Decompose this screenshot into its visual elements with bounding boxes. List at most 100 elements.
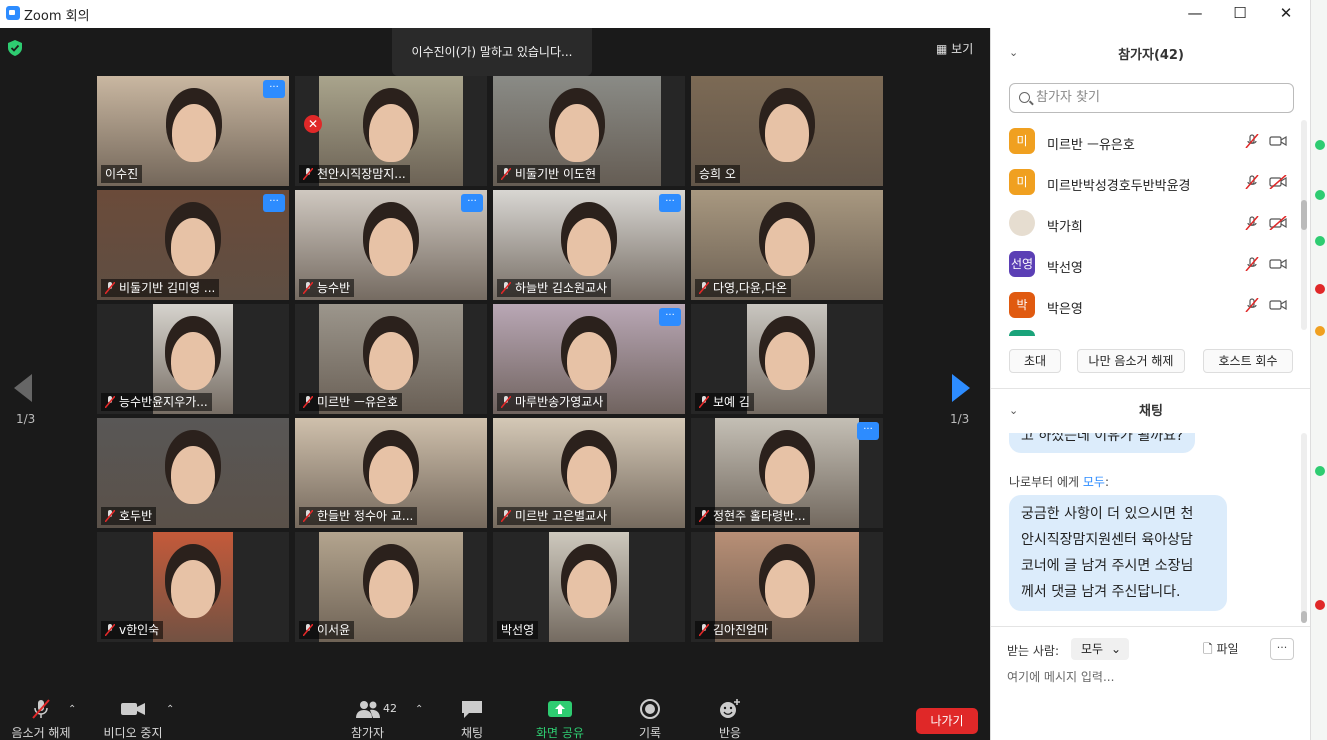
unmute-button[interactable]: 음소거 해제 [6,698,76,740]
mic-muted-icon [105,282,115,294]
chat-input-divider [991,626,1311,627]
video-tile[interactable]: 호두반 [97,418,289,528]
participant-row[interactable]: 박가희 [991,206,1301,246]
participant-name-label: 마루반송가영교사 [497,393,608,411]
stop-video-button[interactable]: 비디오 중지 [98,698,168,740]
leave-button[interactable]: 나가기 [916,708,978,734]
meeting-area: 이수진이(가) 말하고 있습니다... ▦ 보기 이수진 ··· 천안시직장맘지..… [0,28,990,740]
next-page-arrow-icon[interactable] [952,374,970,402]
participant-avatar: 박 [1009,292,1035,318]
participant-row[interactable]: 선영 박선영 [991,247,1301,287]
title-bar: Zoom 회의 — ☐ ✕ [0,0,1310,28]
chevron-down-icon: ⌄ [1110,642,1121,656]
prev-page-arrow-icon[interactable] [14,374,32,402]
video-options-caret-icon[interactable]: ⌃ [166,704,174,715]
tile-more-options-button[interactable]: ··· [659,194,681,212]
reclaim-host-button[interactable]: 호스트 회수 [1203,349,1293,373]
reactions-button[interactable]: 반응 [710,698,750,740]
recipient-select[interactable]: 모두 ⌄ [1071,638,1129,660]
reactions-label: 반응 [718,726,742,740]
camera-icon[interactable] [1269,257,1287,271]
video-tile[interactable]: 승희 오 [691,76,883,186]
video-tile[interactable]: 이서윤 [295,532,487,642]
video-tile[interactable]: 이수진 ··· [97,76,289,186]
participant-list: 미 미르반 ㅡ유은호 미 미르반박성경호두반박윤경 박가희 선영 박선영 박 박은영 [991,120,1311,336]
file-button[interactable]: 🗋 파일 [1203,640,1239,661]
participant-name-label: 다영,다윤,다온 [695,279,791,297]
unmute-me-button[interactable]: 나만 음소거 해제 [1077,349,1185,373]
mic-muted-icon[interactable] [1245,175,1259,189]
video-tile[interactable]: 미르반 고은별교사 [493,418,685,528]
participant-list-scrollbar[interactable] [1301,120,1307,330]
mic-muted-icon[interactable] [1245,134,1259,148]
chat-scroll-thumb[interactable] [1301,611,1307,623]
video-tile[interactable]: 한들반 정수아 교... [295,418,487,528]
chat-button[interactable]: 채팅 [452,698,492,740]
minimize-icon[interactable]: — [1180,2,1210,24]
participant-face [765,446,809,504]
video-tile[interactable]: 보예 김 [691,304,883,414]
video-tile[interactable]: 하늘반 김소원교사 ··· [493,190,685,300]
security-shield-icon[interactable] [8,40,22,56]
participant-list-scroll-thumb[interactable] [1301,200,1307,230]
participant-name: 김아진엄마 [713,623,769,637]
page-indicator-left: 1/3 [16,412,36,426]
mic-muted-icon[interactable] [1245,298,1259,312]
participant-face [765,218,809,276]
panel-divider [991,388,1311,389]
video-tile[interactable]: 능수반윤지우가... [97,304,289,414]
chat-scrollbar[interactable] [1301,433,1307,623]
tile-more-options-button[interactable]: ··· [857,422,879,440]
participant-name: 천안시직장맘지... [317,167,406,181]
participant-row[interactable]: 미 미르반 ㅡ유은호 [991,124,1301,164]
tile-more-options-button[interactable]: ··· [263,80,285,98]
video-tile[interactable]: 정현주 홀타령반... ··· [691,418,883,528]
file-label: 파일 [1216,642,1239,656]
camera-icon[interactable] [1269,134,1287,148]
maximize-icon[interactable]: ☐ [1225,2,1255,24]
video-tile[interactable]: 김아진엄마 [691,532,883,642]
mic-muted-icon[interactable] [1245,216,1259,230]
participant-row[interactable]: 미 미르반박성경호두반박윤경 [991,165,1301,205]
audio-options-caret-icon[interactable]: ⌃ [68,704,76,715]
video-tile[interactable]: 다영,다윤,다온 [691,190,883,300]
video-tile[interactable]: 미르반 ㅡ유은호 [295,304,487,414]
mic-off-icon [32,699,50,719]
mic-muted-icon [699,282,709,294]
remove-error-icon[interactable]: ✕ [304,115,322,133]
tile-more-options-button[interactable]: ··· [659,308,681,326]
participant-name: 승희 오 [699,167,736,181]
chat-message-input[interactable]: 여기에 메시지 입력... [1007,668,1114,685]
mic-muted-icon [105,510,115,522]
view-button[interactable]: ▦ 보기 [936,40,973,57]
search-icon [1019,92,1030,103]
camera-icon[interactable] [1269,298,1287,312]
video-tile[interactable]: 박선영 [493,532,685,642]
search-placeholder: 참가자 찾기 [1036,90,1100,105]
camera-off-icon[interactable] [1269,175,1287,189]
video-tile[interactable]: 비둘기반 김미영 ... ··· [97,190,289,300]
close-icon[interactable]: ✕ [1271,2,1301,24]
mic-muted-icon [303,168,313,180]
video-tile[interactable]: 능수반 ··· [295,190,487,300]
participant-row[interactable]: 박 박은영 [991,288,1301,328]
video-tile[interactable]: 천안시직장맘지... [295,76,487,186]
participant-name: 한들반 정수아 교... [317,509,414,523]
side-panel: ⌄ 참가자(42) 참가자 찾기 미 미르반 ㅡ유은호 미 미르반박성경호두반박윤경 박… [990,28,1311,740]
mic-muted-icon[interactable] [1245,257,1259,271]
window-title: Zoom 회의 [24,9,90,24]
participants-options-caret-icon[interactable]: ⌃ [415,704,423,715]
video-tile[interactable]: v한인숙 [97,532,289,642]
video-tile[interactable]: 비둘기반 이도현 [493,76,685,186]
participant-name-label: 비둘기반 김미영 ... [101,279,220,297]
tile-more-options-button[interactable]: ··· [461,194,483,212]
chat-recipient-link[interactable]: 모두 [1083,475,1105,489]
camera-off-icon[interactable] [1269,216,1287,230]
record-button[interactable]: 기록 [630,698,670,740]
video-tile[interactable]: 마루반송가영교사 ··· [493,304,685,414]
invite-button[interactable]: 초대 [1009,349,1061,373]
share-screen-button[interactable]: 화면 공유 [530,698,590,740]
chat-more-button[interactable]: ··· [1270,638,1294,660]
participant-search-input[interactable]: 참가자 찾기 [1009,83,1294,113]
tile-more-options-button[interactable]: ··· [263,194,285,212]
